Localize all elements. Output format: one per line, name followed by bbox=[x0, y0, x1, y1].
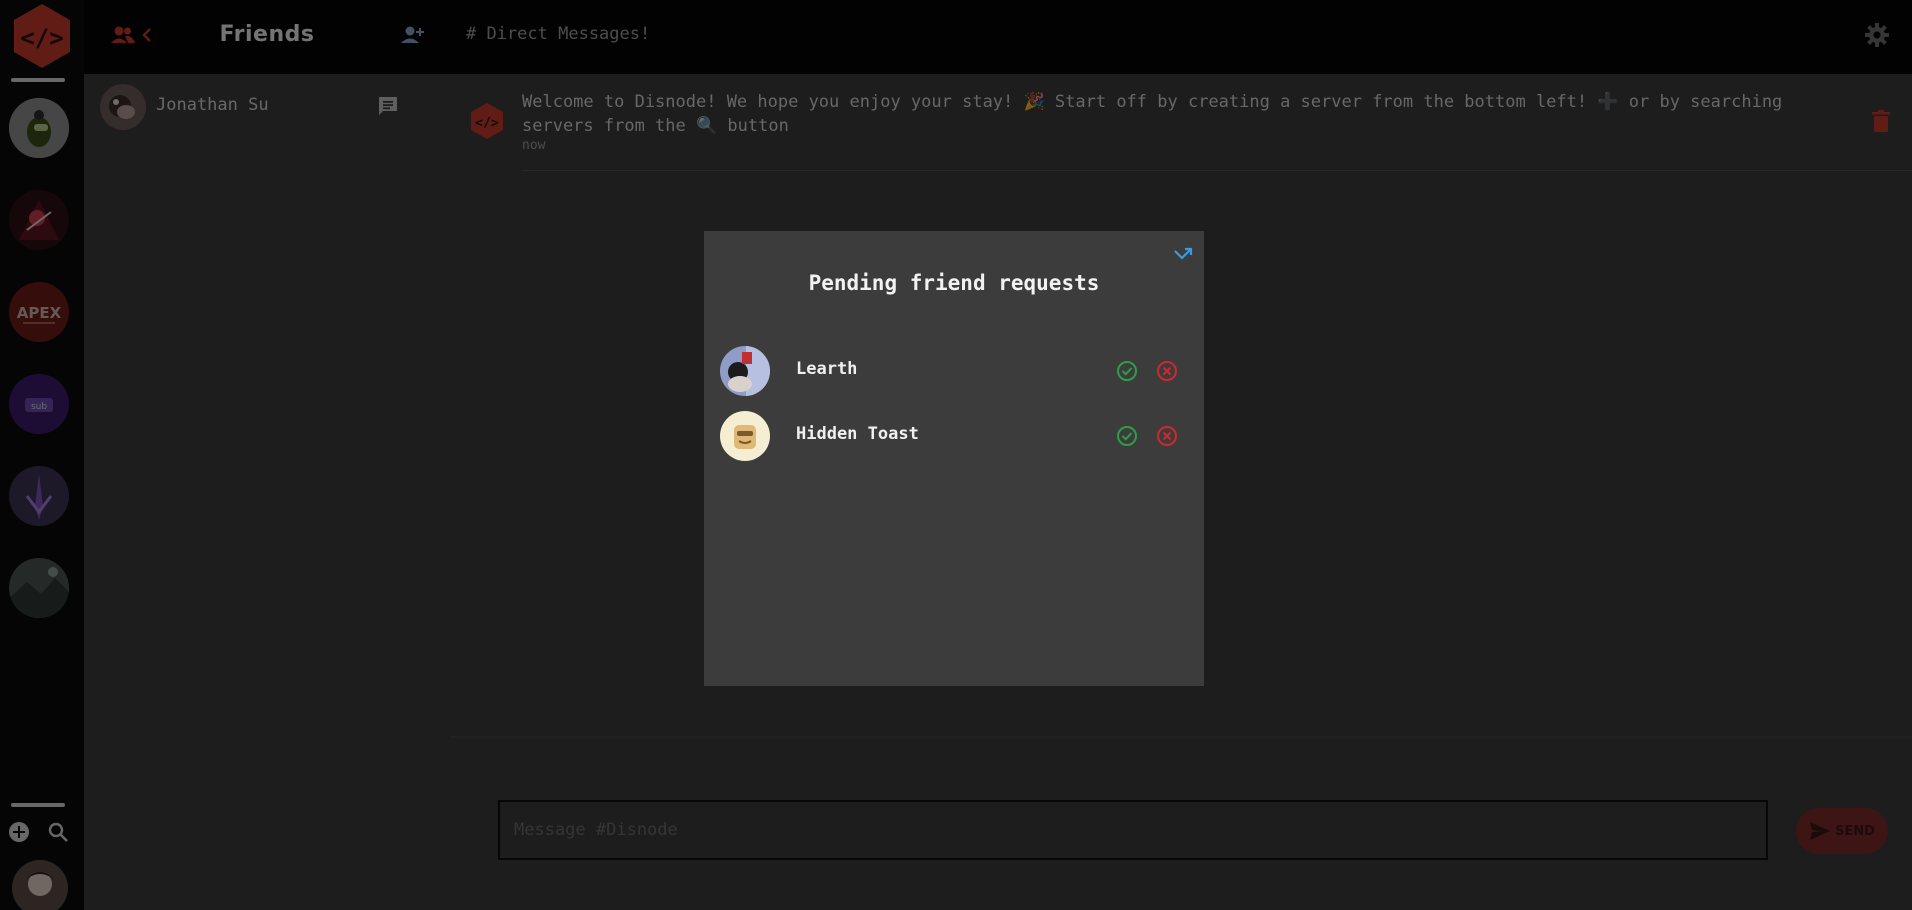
modal-title: Pending friend requests bbox=[808, 271, 1100, 295]
accept-request-icon[interactable] bbox=[1116, 360, 1138, 382]
request-avatar bbox=[720, 411, 770, 461]
decline-request-icon[interactable] bbox=[1156, 425, 1178, 447]
request-name: Learth bbox=[796, 359, 858, 379]
learth-avatar-icon bbox=[720, 346, 770, 396]
accept-request-icon[interactable] bbox=[1116, 425, 1138, 447]
friend-request-row: Hidden Toast bbox=[704, 408, 1204, 464]
hidden-toast-avatar-icon bbox=[720, 411, 770, 461]
request-avatar bbox=[720, 346, 770, 396]
friend-request-row: Learth bbox=[704, 343, 1204, 399]
decline-request-icon[interactable] bbox=[1156, 360, 1178, 382]
request-name: Hidden Toast bbox=[796, 424, 919, 444]
close-modal-icon[interactable] bbox=[1172, 243, 1194, 265]
pending-requests-modal: Pending friend requests Learth Hidden To… bbox=[704, 231, 1204, 686]
